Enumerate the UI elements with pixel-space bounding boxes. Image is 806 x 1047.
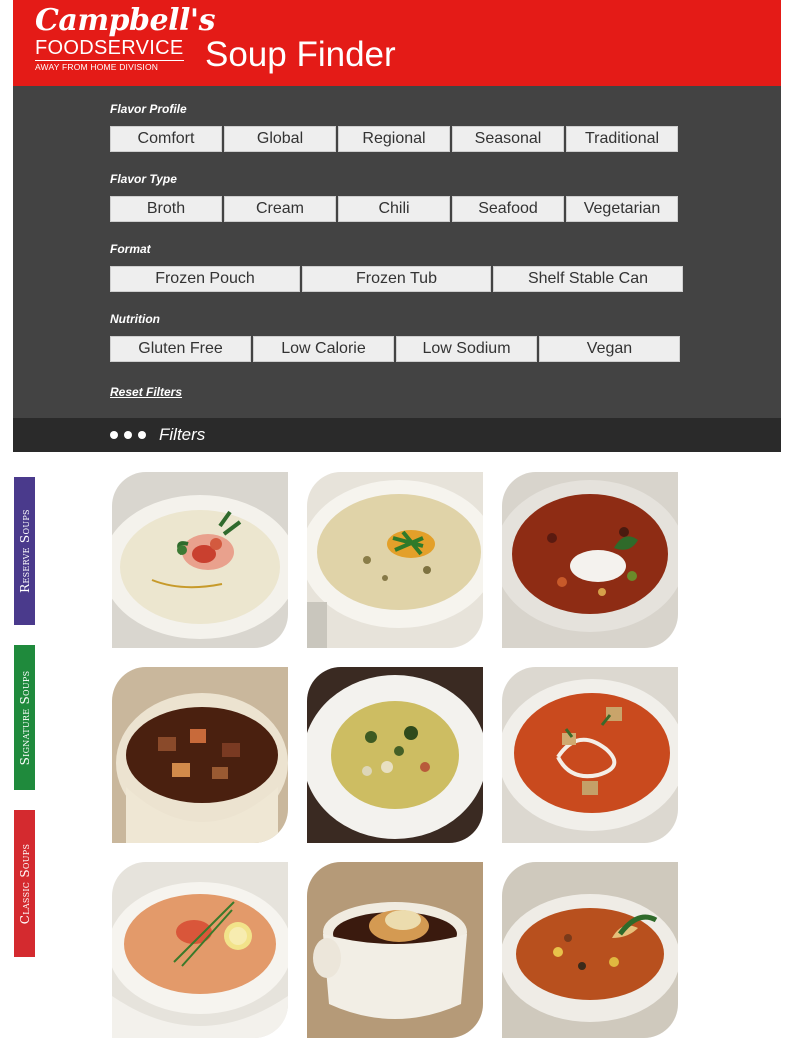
- filter-row-format: Frozen Pouch Frozen Tub Shelf Stable Can: [110, 266, 683, 292]
- soup-photo: [307, 667, 483, 843]
- logo-division: AWAY FROM HOME DIVISION: [35, 62, 159, 72]
- soup-tile-tomato-bisque[interactable]: [502, 667, 678, 843]
- filter-button-seasonal[interactable]: Seasonal: [452, 126, 564, 152]
- filter-group-label-nutrition: Nutrition: [110, 312, 160, 326]
- filters-toggle-label: Filters: [159, 425, 206, 444]
- tab-label: Reserve Soups: [17, 509, 32, 593]
- soup-tile-chicken-tortilla[interactable]: [502, 862, 678, 1038]
- tab-classic-soups[interactable]: Classic Soups: [14, 810, 35, 957]
- filter-group-label-flavor-type: Flavor Type: [110, 172, 177, 186]
- filter-button-low-sodium[interactable]: Low Sodium: [396, 336, 537, 362]
- filter-button-gluten-free[interactable]: Gluten Free: [110, 336, 251, 362]
- filters-toggle-bar[interactable]: Filters: [13, 418, 781, 452]
- filter-group-label-flavor-profile: Flavor Profile: [110, 102, 187, 116]
- filter-button-traditional[interactable]: Traditional: [566, 126, 678, 152]
- filter-button-frozen-tub[interactable]: Frozen Tub: [302, 266, 491, 292]
- filter-row-flavor-profile: Comfort Global Regional Seasonal Traditi…: [110, 126, 678, 152]
- soup-tile-kale-potato-soup[interactable]: [307, 667, 483, 843]
- soup-tile-gazpacho-with-shrimp[interactable]: [112, 862, 288, 1038]
- filter-button-seafood[interactable]: Seafood: [452, 196, 564, 222]
- soup-tile-chicken-tortilla-chowder[interactable]: [307, 472, 483, 648]
- filter-group-label-format: Format: [110, 242, 151, 256]
- header-bar: Campbell's FOODSERVICE AWAY FROM HOME DI…: [13, 0, 781, 86]
- soup-photo: [502, 667, 678, 843]
- soup-tile-beef-stew[interactable]: [112, 667, 288, 843]
- filter-button-shelf-stable-can[interactable]: Shelf Stable Can: [493, 266, 683, 292]
- filter-row-nutrition: Gluten Free Low Calorie Low Sodium Vegan: [110, 336, 680, 362]
- soup-tile-french-onion[interactable]: [307, 862, 483, 1038]
- filter-button-broth[interactable]: Broth: [110, 196, 222, 222]
- filter-button-vegan[interactable]: Vegan: [539, 336, 680, 362]
- soup-photo: [307, 862, 483, 1038]
- campbells-foodservice-logo[interactable]: Campbell's FOODSERVICE AWAY FROM HOME DI…: [35, 3, 215, 73]
- filter-button-global[interactable]: Global: [224, 126, 336, 152]
- tab-label: Signature Soups: [17, 670, 32, 765]
- filter-button-chili[interactable]: Chili: [338, 196, 450, 222]
- filter-button-cream[interactable]: Cream: [224, 196, 336, 222]
- filter-button-frozen-pouch[interactable]: Frozen Pouch: [110, 266, 300, 292]
- soup-photo: [502, 472, 678, 648]
- filter-button-vegetarian[interactable]: Vegetarian: [566, 196, 678, 222]
- soup-tile-vegetarian-chili[interactable]: [502, 472, 678, 648]
- soup-photo: [112, 472, 288, 648]
- filter-panel: Flavor Profile Comfort Global Regional S…: [13, 86, 781, 418]
- soup-photo: [307, 472, 483, 648]
- tab-reserve-soups[interactable]: Reserve Soups: [14, 477, 35, 625]
- page-title: Soup Finder: [205, 35, 396, 74]
- more-dots-icon: [110, 431, 146, 439]
- soup-photo: [502, 862, 678, 1038]
- filter-button-low-calorie[interactable]: Low Calorie: [253, 336, 394, 362]
- tab-label: Classic Soups: [17, 843, 32, 924]
- tab-signature-soups[interactable]: Signature Soups: [14, 645, 35, 790]
- filter-row-flavor-type: Broth Cream Chili Seafood Vegetarian: [110, 196, 678, 222]
- filter-button-regional[interactable]: Regional: [338, 126, 450, 152]
- filter-button-comfort[interactable]: Comfort: [110, 126, 222, 152]
- soup-photo: [112, 862, 288, 1038]
- reset-filters-link[interactable]: Reset Filters: [110, 385, 182, 399]
- soup-tile-lobster-bisque[interactable]: [112, 472, 288, 648]
- logo-script: Campbell's: [35, 3, 215, 38]
- soup-photo: [112, 667, 288, 843]
- logo-foodservice: FOODSERVICE: [35, 37, 184, 61]
